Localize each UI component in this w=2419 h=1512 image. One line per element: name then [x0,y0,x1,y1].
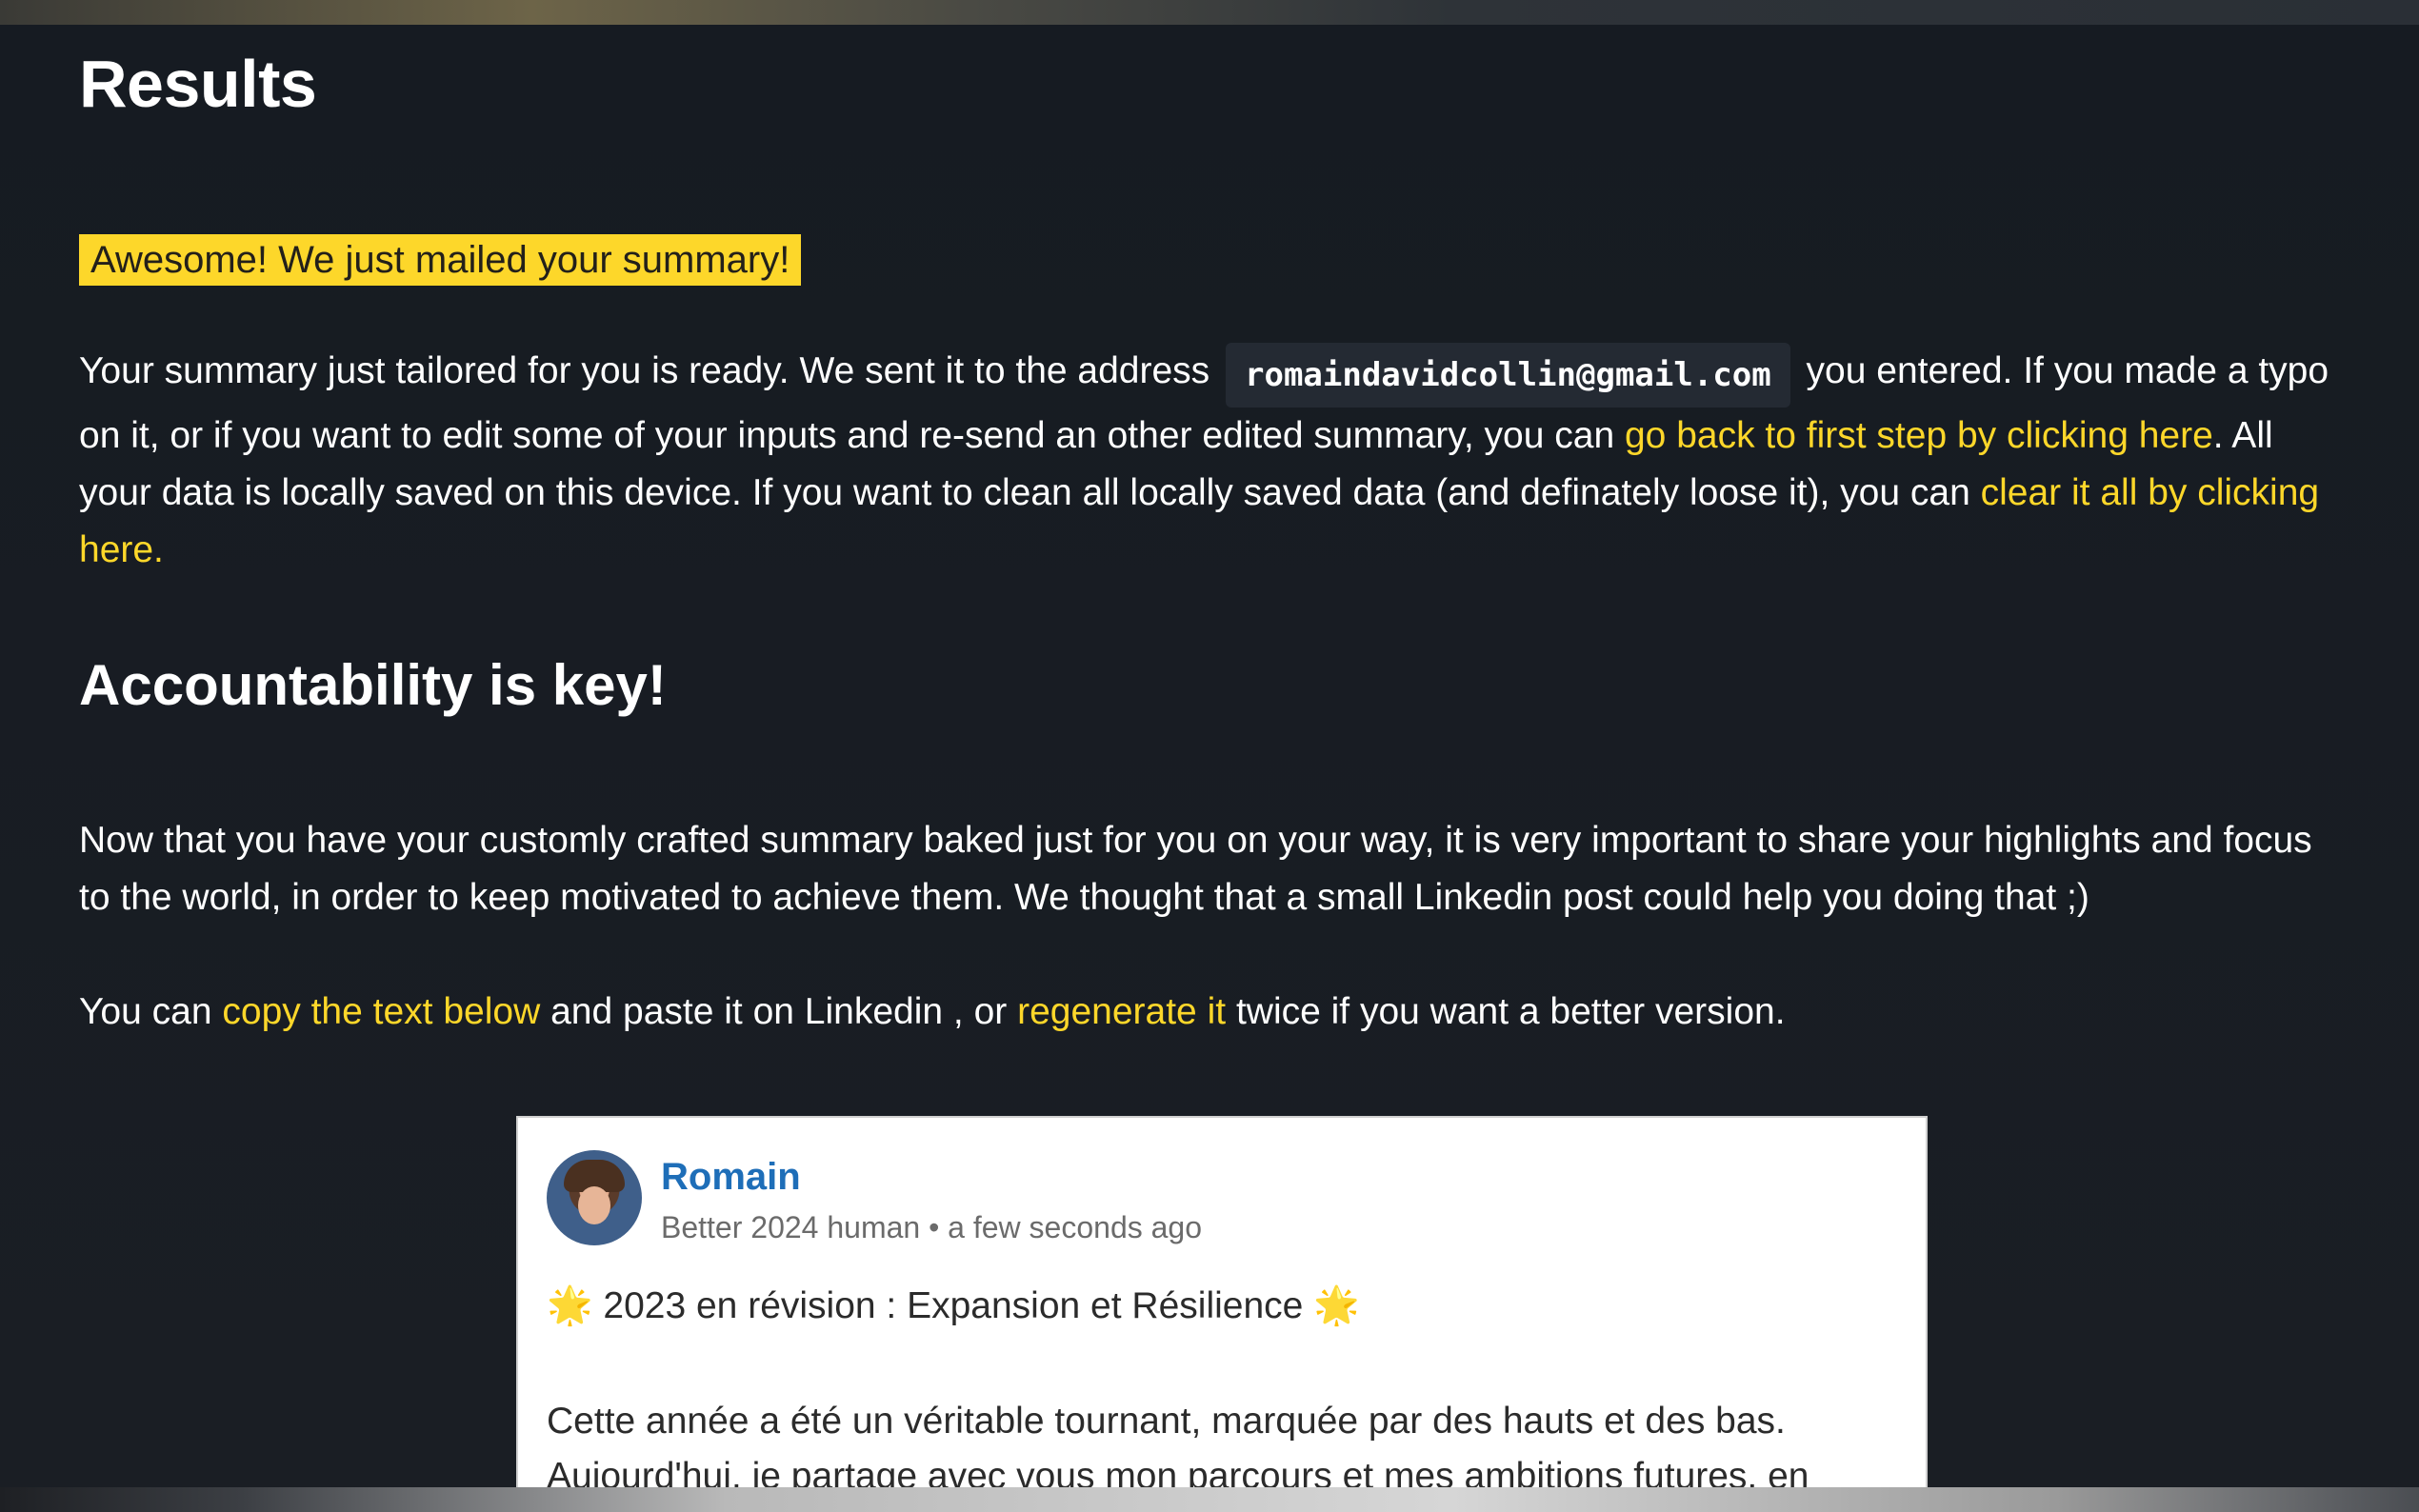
share-text-1: You can [79,991,212,1032]
accountability-heading: Accountability is key! [79,653,667,717]
browser-bottom-strip [0,1487,2419,1512]
page-title: Results [79,47,317,121]
regenerate-link[interactable]: regenerate it [1017,991,1226,1032]
avatar [547,1150,642,1245]
share-instructions: You can copy the text below and paste it… [79,984,2346,1041]
post-title: 🌟 2023 en révision : Expansion et Résili… [547,1285,1360,1326]
share-text-3: twice if you want a better version. [1235,991,1786,1032]
post-author-name[interactable]: Romain [661,1152,801,1202]
linkedin-post-preview: Romain Better 2024 human • a few seconds… [516,1116,1928,1501]
summary-intro-paragraph: Your summary just tailored for you is re… [79,343,2346,579]
go-back-link[interactable]: go back to first step by clicking here [1625,415,2213,456]
accountability-paragraph: Now that you have your customly crafted … [79,820,2312,918]
share-text-2: and paste it on Linkedin , or [550,991,1008,1032]
success-banner: Awesome! We just mailed your summary! [79,234,802,286]
post-meta: Better 2024 human • a few seconds ago [661,1210,1203,1244]
intro-text-1: Your summary just tailored for you is re… [79,350,1210,391]
browser-top-strip [0,0,2419,25]
copy-text-link[interactable]: copy the text below [222,991,540,1032]
email-address: romaindavidcollin@gmail.com [1226,343,1790,408]
post-body: Cette année a été un véritable tournant,… [547,1401,1809,1497]
